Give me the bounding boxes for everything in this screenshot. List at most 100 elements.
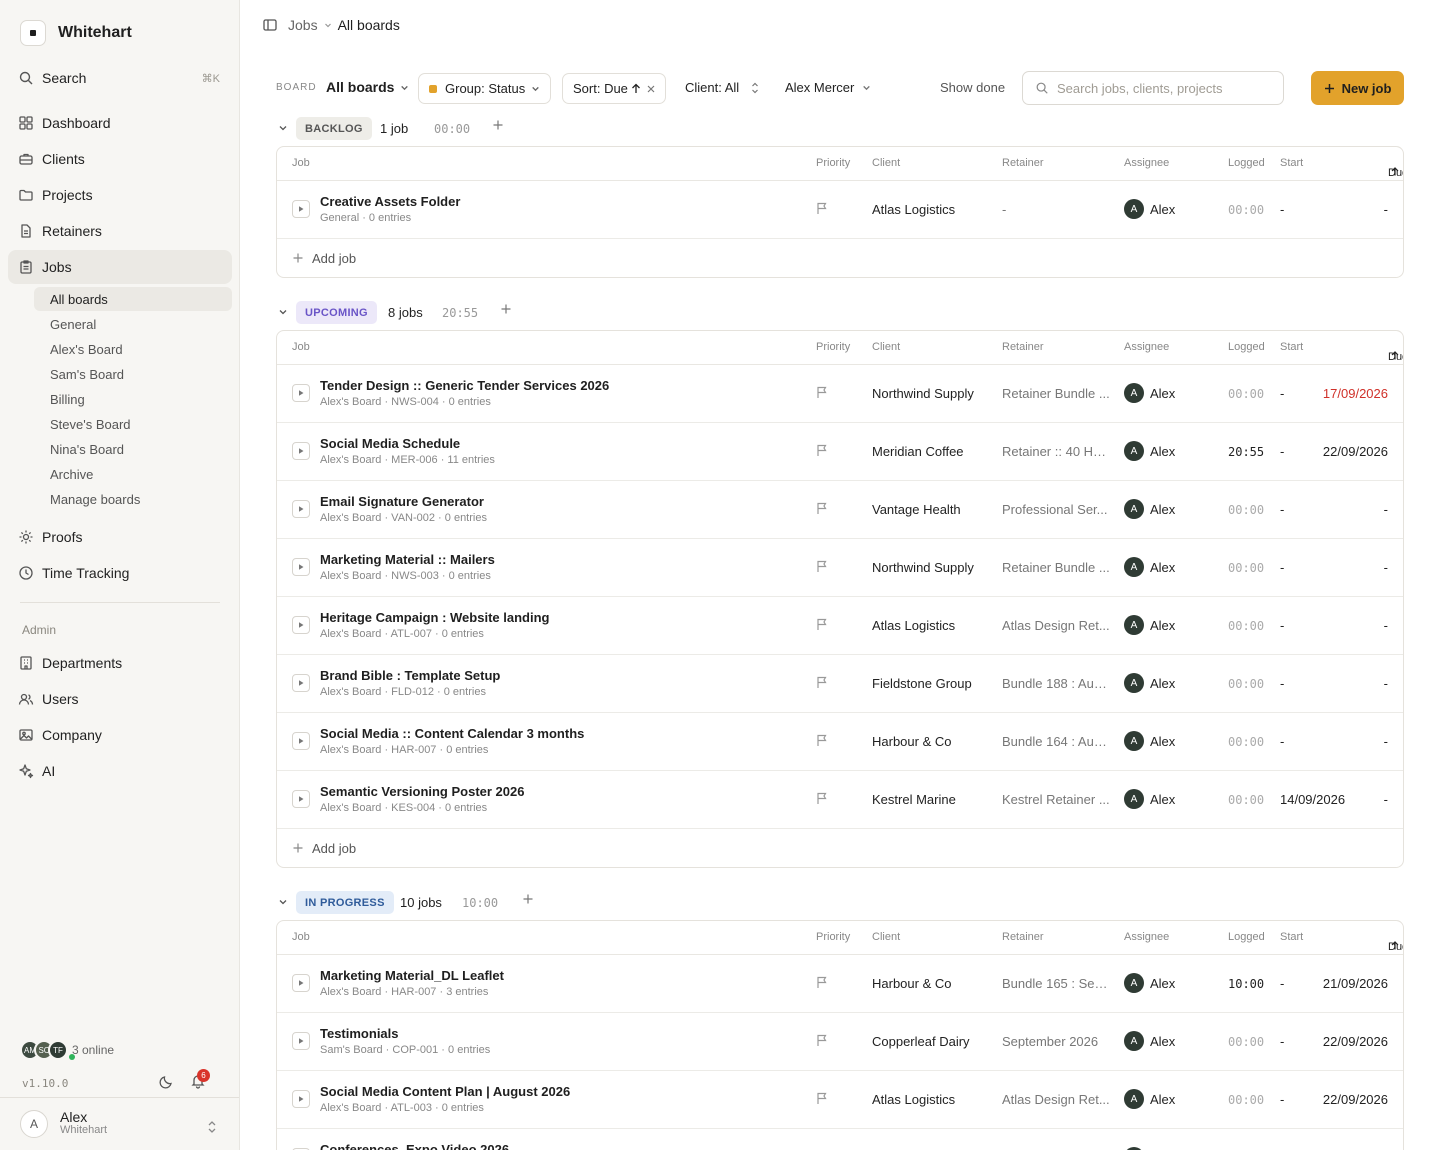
play-icon[interactable] xyxy=(292,1090,310,1108)
job-title[interactable]: Semantic Versioning Poster 2026 xyxy=(320,784,524,799)
col-retainer[interactable]: Retainer xyxy=(1002,341,1044,353)
col-logged[interactable]: Logged xyxy=(1228,157,1265,169)
job-assignee[interactable]: Alex xyxy=(1150,386,1175,401)
sidebar-item-time-tracking[interactable]: Time Tracking xyxy=(8,556,232,590)
job-due[interactable]: - xyxy=(1384,734,1388,749)
board-link[interactable]: Sam's Board xyxy=(34,362,232,386)
job-title[interactable]: Social Media :: Content Calendar 3 month… xyxy=(320,726,584,741)
col-priority[interactable]: Priority xyxy=(816,931,850,943)
job-start[interactable]: - xyxy=(1280,618,1284,633)
add-job-button[interactable]: Add job xyxy=(277,239,1403,277)
table-row[interactable]: Social Media Schedule Alex's Board · MER-… xyxy=(277,423,1403,481)
board-link[interactable]: All boards xyxy=(34,287,232,311)
job-start[interactable]: - xyxy=(1280,502,1284,517)
job-due[interactable]: - xyxy=(1384,618,1388,633)
sidebar-item-ai[interactable]: AI xyxy=(8,754,232,788)
sidebar-item-company[interactable]: Company xyxy=(8,718,232,752)
job-assignee[interactable]: Alex xyxy=(1150,502,1175,517)
priority-flag-icon[interactable] xyxy=(816,560,828,573)
job-assignee[interactable]: Alex xyxy=(1150,734,1175,749)
table-row[interactable]: Creative Assets Folder General · 0 entrie… xyxy=(277,181,1403,239)
job-title[interactable]: Marketing Material :: Mailers xyxy=(320,552,495,567)
play-icon[interactable] xyxy=(292,500,310,518)
chevron-down-icon[interactable] xyxy=(278,307,288,317)
show-done-toggle[interactable]: Show done xyxy=(940,80,1005,95)
sidebar-item-clients[interactable]: Clients xyxy=(8,142,232,176)
table-row[interactable]: Tender Design :: Generic Tender Services… xyxy=(277,365,1403,423)
job-due[interactable]: - xyxy=(1384,560,1388,575)
table-row[interactable]: Marketing Material_DL Leaflet Alex's Boar… xyxy=(277,955,1403,1013)
play-icon[interactable] xyxy=(292,1032,310,1050)
dark-mode-toggle[interactable] xyxy=(158,1074,174,1090)
sidebar-item-departments[interactable]: Departments xyxy=(8,646,232,680)
priority-flag-icon[interactable] xyxy=(816,976,828,989)
job-start[interactable]: - xyxy=(1280,444,1284,459)
play-icon[interactable] xyxy=(292,974,310,992)
job-assignee[interactable]: Alex xyxy=(1150,676,1175,691)
job-start[interactable]: - xyxy=(1280,676,1284,691)
job-start[interactable]: 14/09/2026 xyxy=(1280,792,1345,807)
play-icon[interactable] xyxy=(292,384,310,402)
notifications-button[interactable]: 6 xyxy=(190,1069,210,1089)
col-start[interactable]: Start xyxy=(1280,341,1303,353)
job-due[interactable]: 17/09/2026 xyxy=(1323,386,1388,401)
priority-flag-icon[interactable] xyxy=(816,734,828,747)
board-link[interactable]: Manage boards xyxy=(34,487,232,511)
job-title[interactable]: Marketing Material_DL Leaflet xyxy=(320,968,504,983)
play-icon[interactable] xyxy=(292,674,310,692)
play-icon[interactable] xyxy=(292,558,310,576)
job-title[interactable]: Social Media Schedule xyxy=(320,436,460,451)
table-row[interactable]: Testimonials Sam's Board · COP-001 · 0 en… xyxy=(277,1013,1403,1071)
priority-flag-icon[interactable] xyxy=(816,444,828,457)
job-start[interactable]: - xyxy=(1280,734,1284,749)
job-assignee[interactable]: Alex xyxy=(1150,976,1175,991)
table-row[interactable]: Brand Bible : Template Setup Alex's Board… xyxy=(277,655,1403,713)
sidebar-item-proofs[interactable]: Proofs xyxy=(8,520,232,554)
col-priority[interactable]: Priority xyxy=(816,157,850,169)
play-icon[interactable] xyxy=(292,732,310,750)
priority-flag-icon[interactable] xyxy=(816,386,828,399)
job-due[interactable]: - xyxy=(1384,502,1388,517)
job-title[interactable]: Email Signature Generator xyxy=(320,494,484,509)
play-icon[interactable] xyxy=(292,790,310,808)
board-link[interactable]: Alex's Board xyxy=(34,337,232,361)
col-assignee[interactable]: Assignee xyxy=(1124,341,1169,353)
table-row[interactable]: Social Media :: Content Calendar 3 month… xyxy=(277,713,1403,771)
col-client[interactable]: Client xyxy=(872,931,900,943)
chevron-down-icon[interactable] xyxy=(278,897,288,907)
online-users[interactable]: AM SC TF 3 online xyxy=(20,1040,114,1060)
job-due[interactable]: - xyxy=(1384,202,1388,217)
assignee-filter[interactable]: Alex Mercer xyxy=(785,80,871,95)
job-assignee[interactable]: Alex xyxy=(1150,444,1175,459)
col-logged[interactable]: Logged xyxy=(1228,341,1265,353)
sidebar-toggle-icon[interactable] xyxy=(262,17,278,33)
add-job-plus-icon[interactable] xyxy=(522,893,534,905)
user-menu[interactable]: A Alex Whitehart xyxy=(0,1097,239,1150)
workspace-switcher[interactable]: Whitehart xyxy=(20,20,132,46)
job-due[interactable]: 22/09/2026 xyxy=(1323,1034,1388,1049)
table-row[interactable]: Semantic Versioning Poster 2026 Alex's Bo… xyxy=(277,771,1403,829)
sidebar-item-projects[interactable]: Projects xyxy=(8,178,232,212)
table-row[interactable]: Heritage Campaign : Website landing Alex'… xyxy=(277,597,1403,655)
sidebar-item-retainers[interactable]: Retainers xyxy=(8,214,232,248)
job-assignee[interactable]: Alex xyxy=(1150,1034,1175,1049)
priority-flag-icon[interactable] xyxy=(816,502,828,515)
play-icon[interactable] xyxy=(292,442,310,460)
board-link[interactable]: Nina's Board xyxy=(34,437,232,461)
col-client[interactable]: Client xyxy=(872,341,900,353)
sidebar-item-users[interactable]: Users xyxy=(8,682,232,716)
board-link[interactable]: Billing xyxy=(34,387,232,411)
col-job[interactable]: Job xyxy=(292,341,310,353)
job-title[interactable]: Conferences_Expo Video 2026 xyxy=(320,1142,509,1150)
job-title[interactable]: Brand Bible : Template Setup xyxy=(320,668,500,683)
breadcrumb-jobs[interactable]: Jobs xyxy=(288,17,318,33)
col-logged[interactable]: Logged xyxy=(1228,931,1265,943)
col-assignee[interactable]: Assignee xyxy=(1124,931,1169,943)
board-select[interactable]: All boards xyxy=(326,79,409,95)
col-job[interactable]: Job xyxy=(292,931,310,943)
job-title[interactable]: Tender Design :: Generic Tender Services… xyxy=(320,378,609,393)
table-row[interactable]: Email Signature Generator Alex's Board · … xyxy=(277,481,1403,539)
job-due[interactable]: 21/09/2026 xyxy=(1323,976,1388,991)
col-assignee[interactable]: Assignee xyxy=(1124,157,1169,169)
priority-flag-icon[interactable] xyxy=(816,676,828,689)
